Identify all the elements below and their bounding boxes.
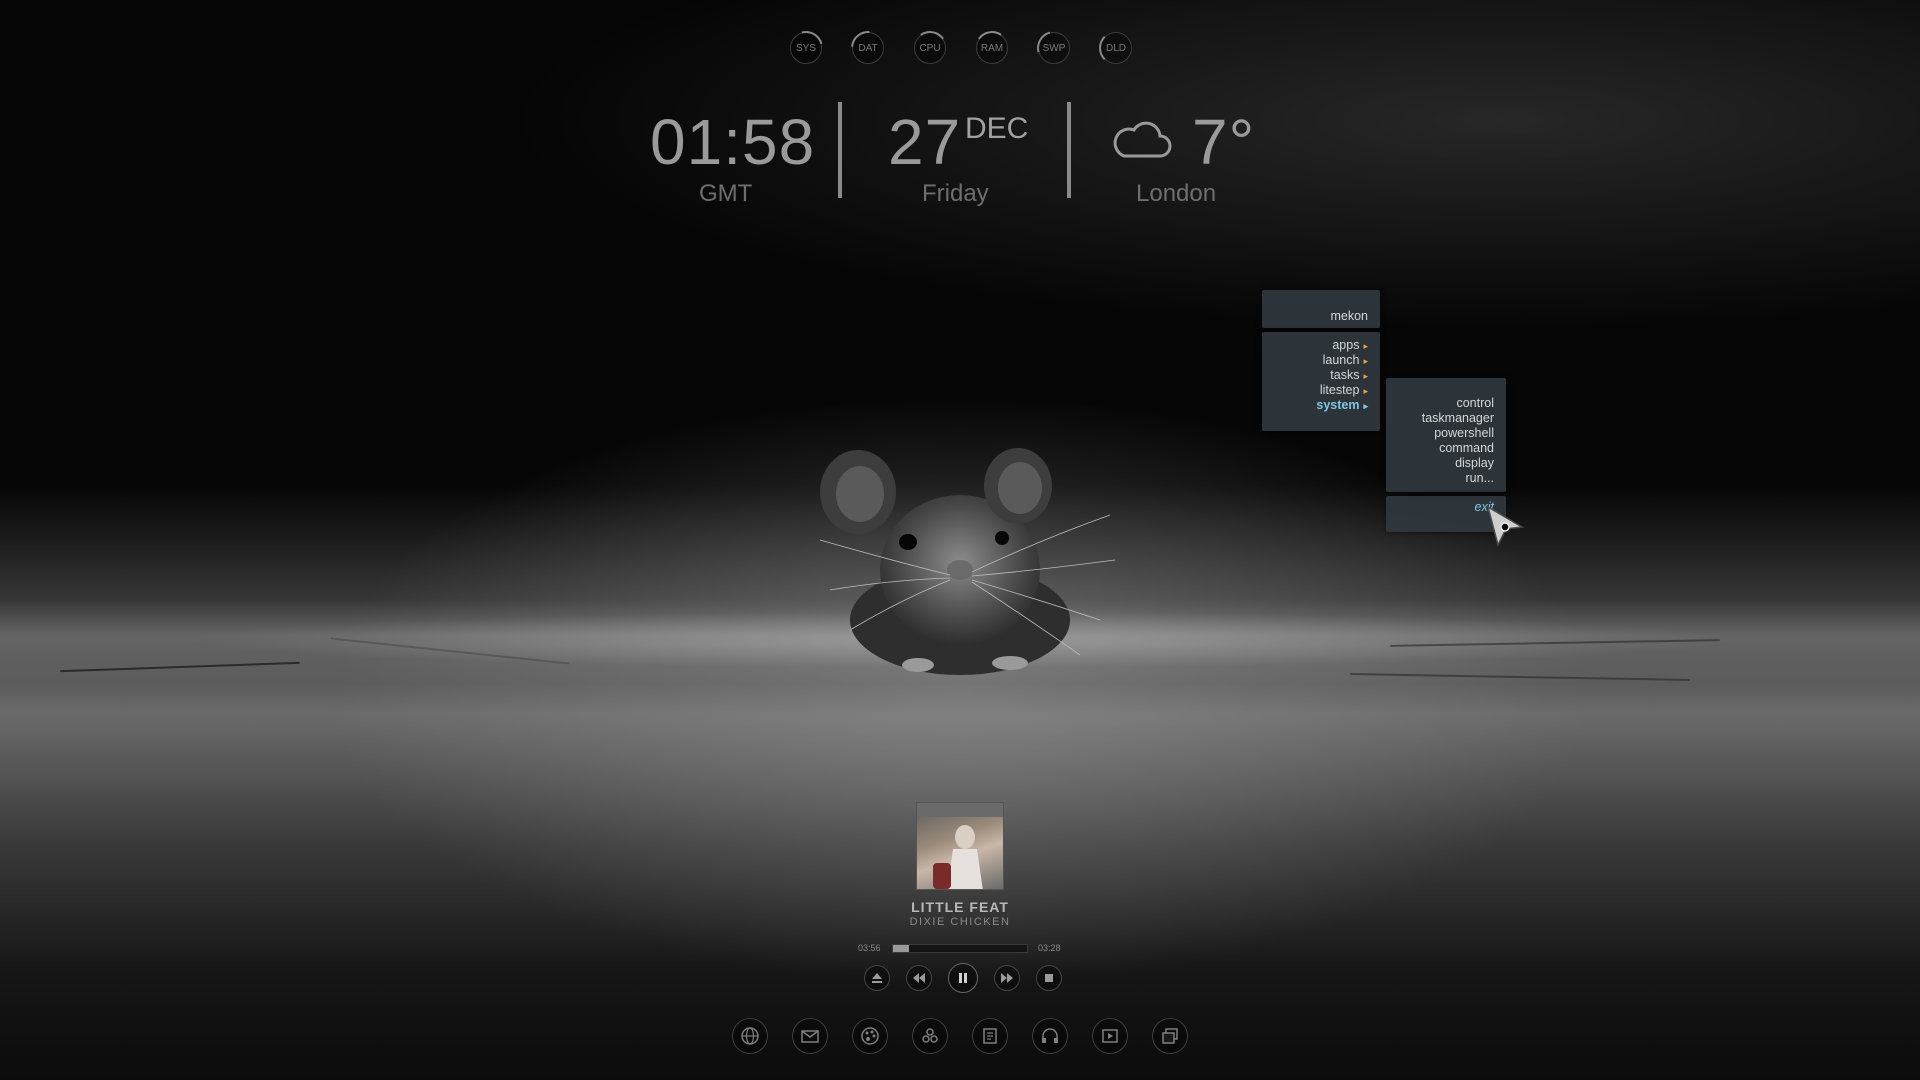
submenu-arrow-icon: ▸ [1363, 356, 1368, 366]
player-controls [864, 963, 1062, 993]
date-day: 27 [888, 106, 962, 178]
next-button[interactable] [994, 965, 1020, 991]
elapsed-time: 03:56 [858, 943, 881, 953]
submenu-item-powershell[interactable]: powershell [1434, 426, 1494, 440]
clock-time: 01:58 [650, 106, 816, 178]
divider [838, 102, 842, 198]
submenu-arrow-icon: ▸ [1363, 401, 1368, 411]
swp-meter-icon[interactable]: SWP [1038, 32, 1070, 64]
menu-item-label: litestep [1319, 383, 1360, 397]
album-cover-image [917, 803, 1003, 889]
media-launcher[interactable] [1092, 1018, 1128, 1054]
stop-button[interactable] [1036, 965, 1062, 991]
menu-item-litestep[interactable]: litestep ▸ [1320, 383, 1368, 397]
menu-item-label: apps [1332, 338, 1360, 352]
submenu-item-command[interactable]: command [1439, 441, 1494, 455]
track-artist: LITTLE FEAT [911, 899, 1009, 915]
submenu-arrow-icon: ▸ [1363, 371, 1368, 381]
system-submenu: control taskmanager powershell command d… [1386, 378, 1506, 492]
fast-forward-icon [1001, 973, 1013, 983]
submenu-item-taskmanager[interactable]: taskmanager [1422, 411, 1494, 425]
network-launcher[interactable] [912, 1018, 948, 1054]
menu-header[interactable]: mekon [1262, 290, 1380, 328]
menu-item-label: tasks [1330, 368, 1360, 382]
date-weekday: Friday [922, 180, 989, 207]
submenu-arrow-icon: ▸ [1363, 341, 1368, 351]
pause-icon [959, 973, 967, 983]
submenu-item-display[interactable]: display [1455, 456, 1494, 470]
eject-icon [872, 973, 882, 983]
meter-label: CPU [919, 42, 941, 54]
divider [1067, 102, 1071, 198]
music-launcher[interactable] [1032, 1018, 1068, 1054]
dat-meter-icon[interactable]: DAT [852, 32, 884, 64]
previous-button[interactable] [906, 965, 932, 991]
system-meters: SYS DAT CPU RAM SWP DLD [790, 32, 1132, 64]
track-title: DIXIE CHICKEN [909, 916, 1011, 928]
meter-label: RAM [980, 42, 1004, 54]
mail-icon [801, 1030, 819, 1043]
sys-meter-icon[interactable]: SYS [790, 32, 822, 64]
meter-label: SWP [1042, 42, 1066, 54]
dld-meter-icon[interactable]: DLD [1100, 32, 1132, 64]
palette-icon [861, 1027, 879, 1045]
browser-launcher[interactable] [732, 1018, 768, 1054]
submenu-item-run[interactable]: run... [1466, 471, 1495, 485]
windows-icon [1162, 1028, 1178, 1044]
globe-icon [741, 1027, 759, 1045]
track-progress-bar[interactable] [892, 944, 1028, 953]
network-icon [922, 1028, 938, 1043]
eject-button[interactable] [864, 965, 890, 991]
mouse-cursor-icon [1486, 505, 1525, 547]
submenu-item-control[interactable]: control [1456, 396, 1494, 410]
menu-item-label: system [1316, 398, 1360, 412]
media-icon [1102, 1029, 1118, 1043]
launcher-dock [732, 1018, 1188, 1054]
clock-zone: GMT [699, 180, 753, 207]
notes-icon [983, 1028, 997, 1044]
rewind-icon [913, 973, 925, 983]
weather-temp: 7° [1192, 106, 1256, 178]
meter-label: DAT [858, 42, 878, 54]
cloud-icon [1113, 121, 1172, 158]
menu-item-launch[interactable]: launch ▸ [1323, 353, 1368, 367]
menu-item-apps[interactable]: apps ▸ [1332, 338, 1368, 352]
notes-launcher[interactable] [972, 1018, 1008, 1054]
meter-label: DLD [1105, 42, 1126, 54]
weather-city: London [1136, 180, 1217, 207]
ram-meter-icon[interactable]: RAM [976, 32, 1008, 64]
submenu-arrow-icon: ▸ [1363, 386, 1368, 396]
menu-item-label: launch [1322, 353, 1360, 367]
date-month: DEC [965, 112, 1029, 145]
meter-label: SYS [795, 42, 816, 54]
total-time: 03:28 [1038, 943, 1061, 953]
headphones-icon [1042, 1028, 1058, 1043]
paint-launcher[interactable] [852, 1018, 888, 1054]
main-menu: apps ▸ launch ▸ tasks ▸ litestep ▸ system ▸ [1262, 332, 1380, 431]
album-art[interactable] [916, 802, 1004, 890]
cpu-meter-icon[interactable]: CPU [914, 32, 946, 64]
mail-launcher[interactable] [792, 1018, 828, 1054]
pause-button[interactable] [948, 963, 978, 993]
menu-header-label: mekon [1330, 309, 1368, 323]
windows-launcher[interactable] [1152, 1018, 1188, 1054]
track-progress-fill [893, 945, 910, 952]
stop-icon [1045, 974, 1053, 982]
mouse-wallpaper-image [819, 448, 1116, 675]
menu-item-system[interactable]: system ▸ [1316, 398, 1368, 412]
menu-item-tasks[interactable]: tasks ▸ [1330, 368, 1368, 382]
